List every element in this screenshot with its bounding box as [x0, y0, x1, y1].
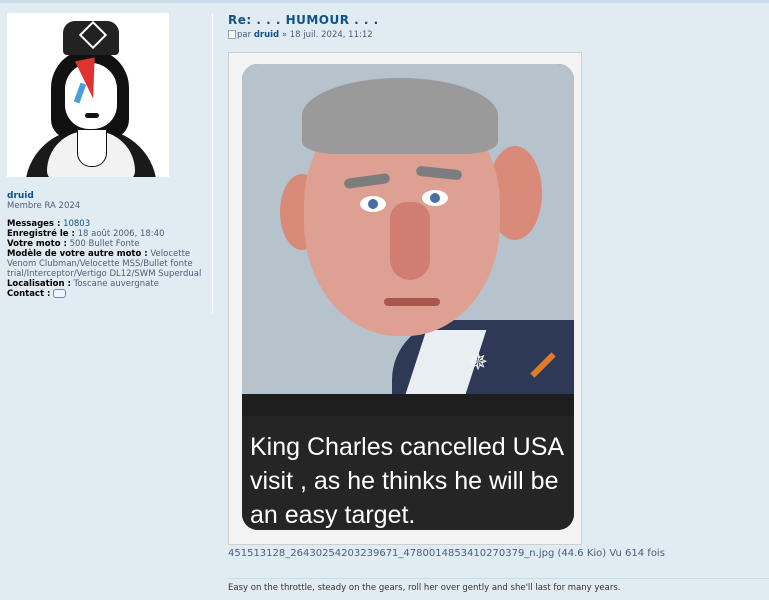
messages-count-link[interactable]: 10803 [63, 219, 90, 229]
post-profile: druid Membre RA 2024 Messages : 10803 En… [7, 13, 207, 299]
profile-other-moto: Modèle de votre autre moto : Velocette V… [7, 249, 202, 279]
post-body: Re: . . . HUMOUR . . . par druid » 18 ju… [228, 13, 769, 545]
attached-image[interactable]: ✵ King Charles cancelled USA visit , as … [242, 64, 574, 530]
user-rank: Membre RA 2024 [7, 201, 81, 211]
user-signature: Easy on the throttle, steady on the gear… [228, 583, 621, 593]
attachment-filename: 451513128_26430254203239671_478001485341… [228, 548, 665, 559]
post-date: » 18 juil. 2024, 11:12 [281, 30, 373, 40]
profile-messages: Messages : 10803 [7, 219, 91, 229]
avatar [7, 13, 169, 177]
username-link[interactable]: druid [7, 191, 207, 201]
author-link[interactable]: druid [254, 30, 279, 40]
signature-divider [228, 578, 769, 579]
image-caption-box: King Charles cancelled USA visit , as he… [242, 416, 574, 530]
contact-icon[interactable] [53, 289, 67, 298]
profile-moto: Votre moto : 500 Bullet Fonte [7, 239, 140, 249]
attachment-box: ✵ King Charles cancelled USA visit , as … [228, 52, 582, 545]
profile-location: Localisation : Toscane auvergnate [7, 279, 159, 289]
image-caption: King Charles cancelled USA visit , as he… [250, 433, 563, 529]
forum-post: druid Membre RA 2024 Messages : 10803 En… [0, 3, 769, 600]
profile-divider [212, 13, 213, 313]
profile-registered: Enregistré le : 18 août 2006, 18:40 [7, 229, 165, 239]
post-title[interactable]: Re: . . . HUMOUR . . . [228, 13, 769, 27]
post-icon[interactable] [228, 30, 236, 39]
star-pin-icon: ✵ [468, 348, 489, 376]
profile-contact: Contact : [7, 289, 207, 299]
post-author-line: par druid » 18 juil. 2024, 11:12 [228, 30, 769, 40]
caricature: ✵ [242, 64, 574, 394]
